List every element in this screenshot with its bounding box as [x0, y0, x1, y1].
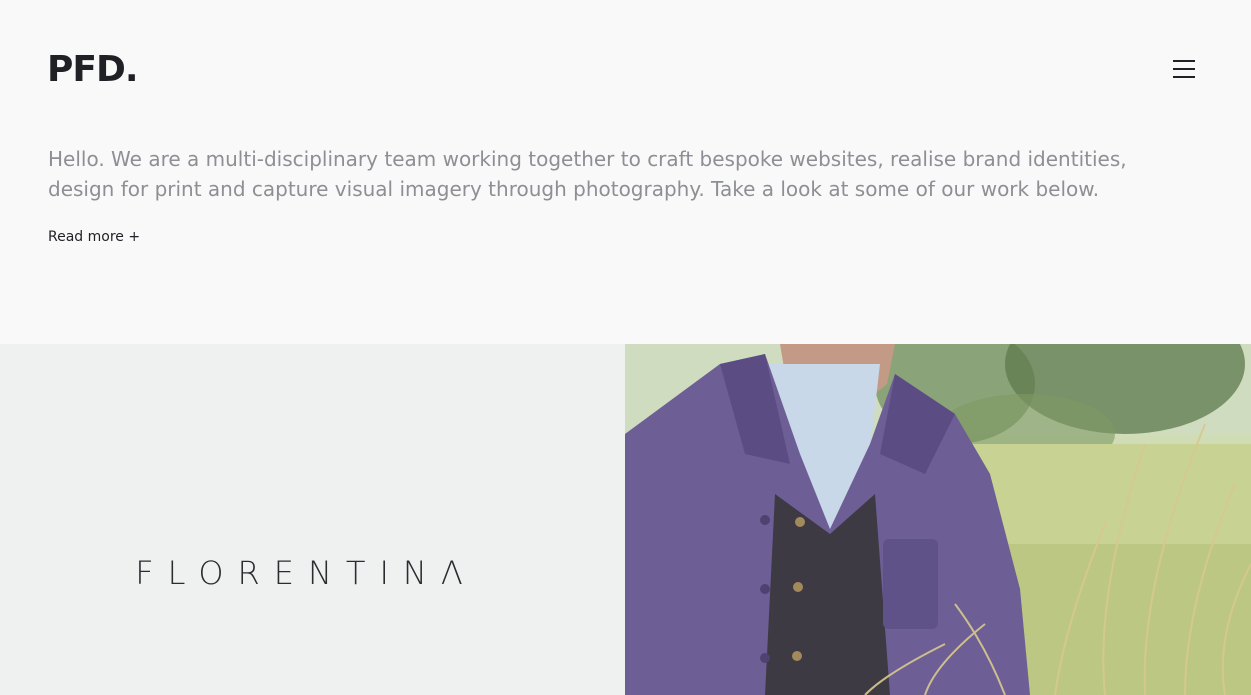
menu-line — [1173, 76, 1195, 78]
button — [760, 653, 770, 663]
man-in-field-photo — [625, 344, 1251, 695]
button — [793, 582, 803, 592]
button — [760, 515, 770, 525]
site-logo[interactable]: PFD. — [47, 50, 139, 90]
menu-line — [1173, 60, 1195, 62]
button — [795, 517, 805, 527]
project-title: FLORENTINΛ — [135, 554, 477, 592]
jacket-pocket — [883, 539, 938, 629]
button — [792, 651, 802, 661]
intro-text: Hello. We are a multi-disciplinary team … — [48, 147, 1127, 201]
button — [760, 584, 770, 594]
project-tile-photo[interactable] — [625, 344, 1251, 695]
read-more-link[interactable]: Read more + — [48, 227, 140, 247]
hamburger-menu-icon[interactable] — [1170, 56, 1198, 84]
project-tile-florentina[interactable]: FLORENTINΛ — [0, 344, 625, 695]
menu-line — [1173, 68, 1195, 70]
site-header: PFD. Hello. We are a multi-disciplinary … — [0, 0, 1251, 344]
